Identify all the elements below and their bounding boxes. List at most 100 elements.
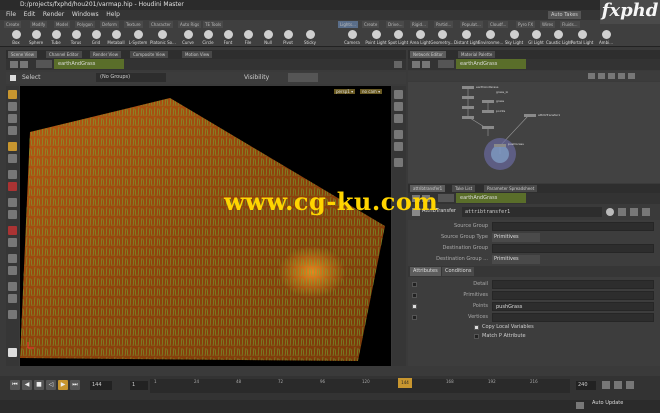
info-icon[interactable] (8, 348, 17, 357)
tool-gi-light[interactable]: GI Light (524, 30, 548, 45)
start-frame-field[interactable]: 1 (130, 381, 148, 390)
par-obj-context[interactable] (438, 194, 454, 202)
pin-icon[interactable] (642, 208, 650, 216)
shelf-tab-model[interactable]: Model (54, 21, 71, 28)
tool-caustic-light[interactable]: Caustic Light (546, 30, 572, 45)
destination-group-field[interactable] (492, 244, 654, 253)
current-frame-marker[interactable]: 144 (398, 378, 412, 388)
tool-area-light[interactable]: Area Light (408, 30, 432, 45)
camera-persp-badge[interactable]: persp1 ▾ (334, 89, 356, 94)
shelf-tab-particles[interactable]: Partid... (434, 21, 454, 28)
network-node[interactable] (482, 126, 494, 129)
detail-checkbox[interactable] (412, 282, 417, 287)
tab-material-palette[interactable]: Material Palette (458, 51, 496, 58)
network-path[interactable]: earthAndGrass (456, 59, 526, 69)
shelf-tab-wires[interactable]: Wires (540, 21, 556, 28)
end-frame-field[interactable]: 240 (576, 381, 596, 390)
match-p-checkbox[interactable] (474, 334, 479, 339)
wireframe-icon[interactable] (394, 102, 403, 111)
net-back-icon[interactable] (412, 61, 420, 68)
auto-takes-button[interactable]: Auto Takes (548, 11, 581, 19)
shelf-tab-drive[interactable]: Drive... (386, 21, 405, 28)
tab-channel-editor[interactable]: Channel Editor (46, 51, 82, 58)
tool-point-light[interactable]: Point Light (364, 30, 388, 45)
points-display-icon[interactable] (394, 130, 403, 139)
tab-attributes[interactable]: Attributes (410, 267, 441, 276)
last-frame-icon[interactable]: ⏭ (70, 380, 80, 390)
points-checkbox[interactable] (412, 304, 417, 309)
shelf-tab-te-tools[interactable]: TE Tools (203, 21, 224, 28)
back-arrow-icon[interactable] (10, 61, 18, 68)
layout-icon[interactable] (608, 73, 615, 79)
net-forward-icon[interactable] (422, 61, 430, 68)
vertices-checkbox[interactable] (412, 315, 417, 320)
primitives-checkbox[interactable] (412, 293, 417, 298)
tab-network-editor[interactable]: Network Editor (410, 51, 446, 58)
copy-local-vars-checkbox[interactable] (474, 325, 479, 330)
step-back-icon[interactable]: ◁ (46, 380, 56, 390)
tool-camera[interactable]: Camera (340, 30, 364, 45)
network-node[interactable] (494, 144, 506, 147)
point-snap-icon[interactable] (8, 210, 17, 219)
visibility-dropdown[interactable] (288, 73, 318, 82)
network-node[interactable] (462, 96, 474, 99)
network-node[interactable] (524, 114, 536, 117)
shelf-tab-lights[interactable]: Lights... (338, 21, 358, 28)
shelf-tab-populate[interactable]: Populat... (460, 21, 483, 28)
help-icon[interactable] (618, 208, 626, 216)
tab-render-view[interactable]: Render View (90, 51, 122, 58)
destination-group-type-menu[interactable]: Primitives (492, 255, 540, 264)
viewport-path[interactable]: earthAndGrass (54, 59, 124, 69)
menu-windows[interactable]: Windows (72, 11, 99, 18)
rotate-tool-icon[interactable] (8, 114, 17, 123)
tab-conditions[interactable]: Conditions (442, 267, 475, 276)
shelf-tab-pyro[interactable]: Pyro FX (516, 21, 536, 28)
handle-tool-icon[interactable] (8, 142, 17, 151)
auto-update-button[interactable]: Auto Update (592, 400, 623, 406)
display-options-icon[interactable] (394, 90, 403, 99)
shelf-tab-rigid[interactable]: Rigid... (410, 21, 428, 28)
net-obj-context[interactable] (438, 60, 454, 68)
pose-tool-icon[interactable] (8, 154, 17, 163)
tool-sticky[interactable]: Sticky (298, 30, 322, 45)
keys-icon[interactable] (614, 381, 622, 389)
prev-key-icon[interactable]: ◀ (22, 380, 32, 390)
menu-edit[interactable]: Edit (24, 11, 36, 18)
audio-icon[interactable] (602, 381, 610, 389)
shelf-tab-create2[interactable]: Create (362, 21, 380, 28)
tab-take-list[interactable]: Take List (452, 185, 476, 192)
select-arrow-icon[interactable] (10, 75, 16, 81)
primitives-field[interactable] (492, 291, 654, 300)
tool-metaball[interactable]: Metaball (104, 30, 128, 45)
source-group-type-menu[interactable]: Primitives (492, 233, 540, 242)
visibility-label[interactable]: Visibility (244, 74, 269, 81)
shelf-tab-create[interactable]: Create (4, 21, 22, 28)
global-anim-icon[interactable] (626, 381, 634, 389)
shelf-tab-deform[interactable]: Deform (100, 21, 119, 28)
tool-spot-light[interactable]: Spot Light (386, 30, 410, 45)
snap-nodes-icon[interactable] (618, 73, 625, 79)
menu-help[interactable]: Help (106, 11, 120, 18)
shelf-tab-character[interactable]: Character (149, 21, 173, 28)
shelf-tab-cloud[interactable]: Cloudf... (488, 21, 509, 28)
list-mode-icon[interactable] (588, 73, 595, 79)
pin-tool-icon[interactable] (8, 310, 17, 319)
obj-context[interactable] (36, 60, 52, 68)
tool-platonic[interactable]: Platonic So... (150, 30, 176, 45)
gear-icon[interactable] (606, 208, 614, 216)
info-icon[interactable] (630, 208, 638, 216)
network-node[interactable] (462, 106, 474, 109)
network-node[interactable] (462, 86, 474, 89)
no-cam-badge[interactable]: no cam ▾ (360, 89, 383, 94)
tool-pivot[interactable]: Pivot (276, 30, 300, 45)
tab-composite-view[interactable]: Composite View (130, 51, 169, 58)
camera-tool-icon[interactable] (8, 282, 17, 291)
view-tool-icon[interactable] (8, 170, 17, 179)
node-name-field[interactable]: attribtransfer1 (462, 207, 602, 217)
network-editor[interactable]: earthAndGrass grass_lo grass points attr… (408, 82, 660, 183)
shelf-tab-texture[interactable]: Texture (124, 21, 143, 28)
zoom-icon[interactable] (628, 73, 635, 79)
move-tool-icon[interactable] (8, 102, 17, 111)
tool-distant-light[interactable]: Distant Light (454, 30, 480, 45)
tool-lsystem[interactable]: L-System (126, 30, 150, 45)
